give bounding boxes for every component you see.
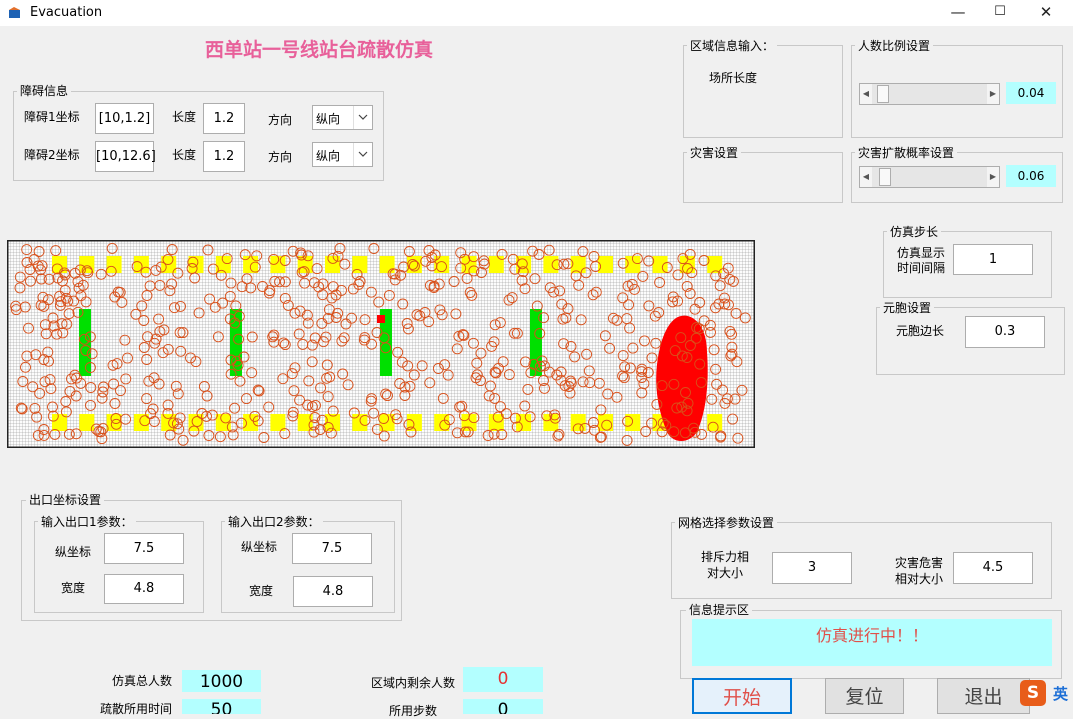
spread-value: 0.06 xyxy=(1006,165,1056,187)
obstacle2-length-input[interactable]: 1.2 xyxy=(203,141,245,172)
remaining-people-value: 0 xyxy=(463,667,543,692)
exit1-width-label: 宽度 xyxy=(61,581,86,595)
simulation-canvas xyxy=(7,240,755,448)
steps-value: 0 xyxy=(463,699,543,714)
ime-language-toggle[interactable]: 英 xyxy=(1053,683,1068,704)
cell-size-input[interactable]: 0.3 xyxy=(965,316,1045,348)
slider-right-arrow-icon[interactable]: ▶ xyxy=(987,84,999,104)
repulsion-input[interactable]: 3 xyxy=(772,552,852,584)
slider-left-arrow-icon[interactable]: ◀ xyxy=(860,167,872,187)
close-button[interactable]: ✕ xyxy=(1023,0,1069,26)
app-icon xyxy=(9,7,20,18)
chevron-down-icon xyxy=(353,143,372,166)
fire-spot xyxy=(377,315,385,323)
maximize-button[interactable]: ☐ xyxy=(977,0,1023,26)
exit2-width-label: 宽度 xyxy=(249,584,274,598)
total-people-label: 仿真总人数 xyxy=(112,674,173,688)
spread-slider[interactable]: ◀ ▶ xyxy=(859,166,1000,188)
title-bar xyxy=(0,0,1073,26)
exit2-width-input[interactable]: 4.8 xyxy=(293,576,373,607)
slider-right-arrow-icon[interactable]: ▶ xyxy=(987,167,999,187)
step-panel-title: 仿真步长 xyxy=(887,225,942,239)
info-message-box: 仿真进行中！！ xyxy=(692,619,1052,666)
exit-panel-title: 出口坐标设置 xyxy=(26,493,105,507)
obstacle1-coord-label: 障碍1坐标 xyxy=(24,110,80,124)
obstacle2-direction-value: 纵向 xyxy=(316,149,341,163)
slider-thumb[interactable] xyxy=(877,85,889,103)
region-panel-title: 区域信息输入： xyxy=(687,39,778,53)
exit2-panel-title: 输入出口2参数： xyxy=(225,515,323,529)
venue-length-label: 场所长度 xyxy=(709,71,758,85)
exit1-width-input[interactable]: 4.8 xyxy=(104,574,184,604)
slider-thumb[interactable] xyxy=(879,168,891,186)
obstacle2-direction-label: 方向 xyxy=(268,150,293,164)
window-title: Evacuation xyxy=(30,5,103,20)
obstacle-panel-title: 障碍信息 xyxy=(17,84,72,98)
minimize-button[interactable]: — xyxy=(935,0,981,26)
ratio-slider[interactable]: ◀ ▶ xyxy=(859,83,1000,105)
obstacle2-coord-label: 障碍2坐标 xyxy=(24,148,80,162)
remaining-people-label: 区域内剩余人数 xyxy=(371,676,456,690)
obstacle1-direction-value: 纵向 xyxy=(316,112,341,126)
total-people-value: 1000 xyxy=(182,670,261,692)
display-interval-label: 仿真显示 时间间隔 xyxy=(897,246,946,275)
grid-panel-title: 网格选择参数设置 xyxy=(675,516,778,530)
exit-marker xyxy=(79,414,95,431)
ratio-panel-title: 人数比例设置 xyxy=(855,39,934,53)
info-message: 仿真进行中！！ xyxy=(815,626,928,645)
page-title: 西单站一号线站台疏散仿真 xyxy=(205,39,434,61)
exit-marker xyxy=(543,256,559,273)
exit-marker xyxy=(652,256,668,273)
exit-button[interactable]: 退出 xyxy=(937,678,1030,714)
obstacle1-direction-label: 方向 xyxy=(268,113,293,127)
display-interval-input[interactable]: 1 xyxy=(953,244,1033,275)
exit-marker xyxy=(488,414,504,431)
region-panel xyxy=(683,45,843,138)
hazard-label: 灾害危害 相对大小 xyxy=(895,556,944,586)
exit1-panel-title: 输入出口1参数： xyxy=(38,515,136,529)
cell-panel-title: 元胞设置 xyxy=(880,301,935,315)
reset-button[interactable]: 复位 xyxy=(825,678,904,714)
evacuation-time-value: 50 xyxy=(182,699,261,714)
obstacle2-length-label: 长度 xyxy=(172,148,197,162)
obstacle2-direction-select[interactable]: 纵向 xyxy=(312,142,373,167)
obstacle1-coord-input[interactable]: [10,1.2] xyxy=(95,103,154,134)
ime-logo-icon[interactable]: S xyxy=(1020,680,1046,706)
evacuation-time-label: 疏散所用时间 xyxy=(100,702,173,716)
spread-panel-title: 灾害扩散概率设置 xyxy=(855,146,958,160)
repulsion-label: 排斥力相 对大小 xyxy=(701,550,750,580)
obstacle1-length-label: 长度 xyxy=(172,110,197,124)
info-panel-title: 信息提示区 xyxy=(686,603,753,617)
chevron-down-icon xyxy=(353,106,372,129)
steps-label: 所用步数 xyxy=(389,704,438,718)
disaster-panel-title: 灾害设置 xyxy=(687,146,742,160)
exit1-y-input[interactable]: 7.5 xyxy=(104,533,184,564)
slider-left-arrow-icon[interactable]: ◀ xyxy=(860,84,872,104)
exit1-y-label: 纵坐标 xyxy=(55,545,92,559)
cell-size-label: 元胞边长 xyxy=(896,324,945,338)
exit-marker xyxy=(379,256,395,273)
obstacle1-direction-select[interactable]: 纵向 xyxy=(312,105,373,130)
exit-marker xyxy=(106,256,122,273)
exit2-y-label: 纵坐标 xyxy=(241,540,278,554)
exit-marker xyxy=(352,414,368,431)
ratio-value: 0.04 xyxy=(1006,82,1056,104)
hazard-input[interactable]: 4.5 xyxy=(953,552,1033,584)
exit-marker xyxy=(406,256,422,273)
start-button[interactable]: 开始 xyxy=(692,678,792,714)
exit2-y-input[interactable]: 7.5 xyxy=(292,533,372,564)
obstacle2-coord-input[interactable]: [10,12.6] xyxy=(95,141,156,172)
obstacle1-length-input[interactable]: 1.2 xyxy=(203,103,245,134)
exit-marker xyxy=(488,256,504,273)
